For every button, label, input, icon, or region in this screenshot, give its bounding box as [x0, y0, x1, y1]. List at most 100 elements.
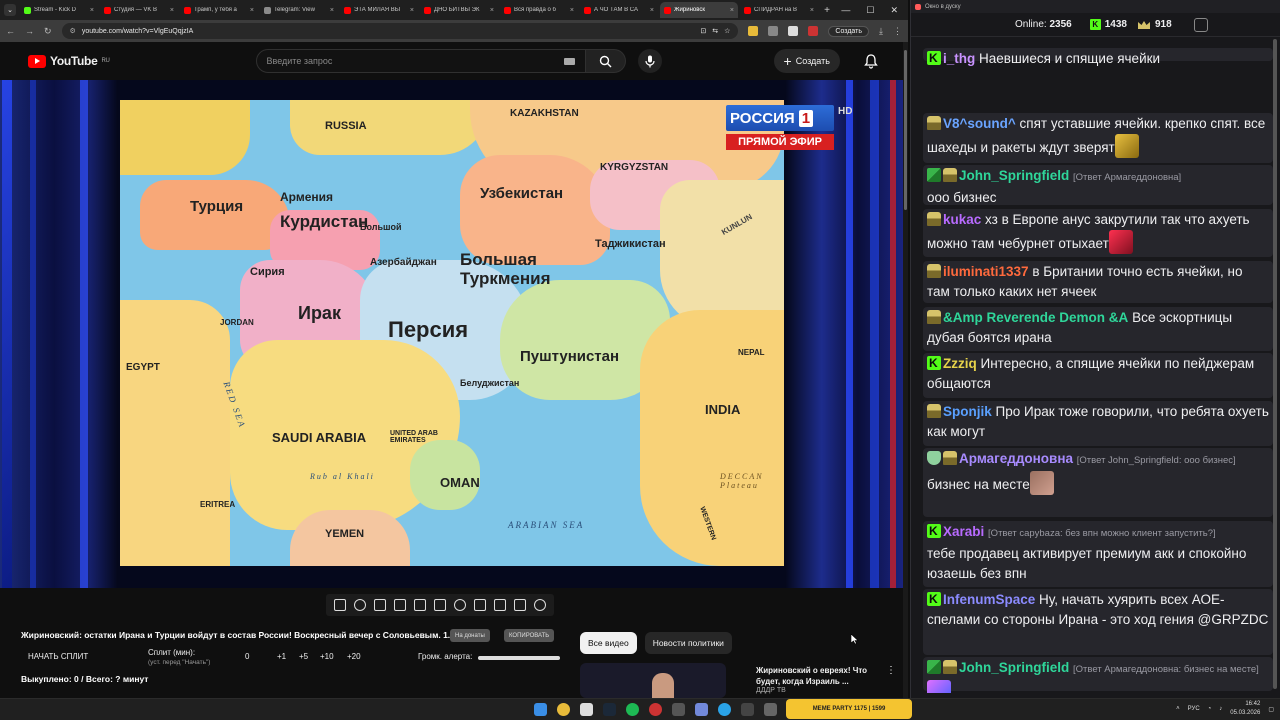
- search-input[interactable]: Введите запрос: [255, 49, 586, 73]
- app-icon[interactable]: [649, 703, 662, 716]
- clock[interactable]: 16:42 05.03.2026: [1230, 700, 1260, 718]
- browser-menu-icon[interactable]: ⋮: [893, 26, 902, 37]
- edit-icon[interactable]: [474, 599, 486, 611]
- chrome-icon[interactable]: [557, 703, 570, 716]
- recommended-title[interactable]: Жириновский о евреях! Что будет, когда И…: [756, 665, 882, 687]
- url-field[interactable]: ⚙ youtube.com/watch?v=VlgEuQqjzIA ⊡ ⇆ ☆: [61, 23, 739, 39]
- search-button[interactable]: [585, 49, 626, 73]
- chat-username[interactable]: John_Springfield: [959, 660, 1069, 675]
- split-plus-5[interactable]: +5: [299, 652, 308, 661]
- recommended-video[interactable]: Жириновский о евреях! Что будет, когда И…: [580, 663, 900, 698]
- tab-close-icon[interactable]: ×: [170, 7, 174, 14]
- tab-close-icon[interactable]: ×: [650, 7, 654, 14]
- more-options-icon[interactable]: ⋮: [886, 665, 896, 676]
- reply-reference[interactable]: [Ответ Армагеддоновна: бизнес на месте]: [1073, 664, 1259, 675]
- tab-close-icon[interactable]: ×: [410, 7, 414, 14]
- loop-icon[interactable]: [334, 599, 346, 611]
- reply-reference[interactable]: [Ответ Армагеддоновна]: [1073, 172, 1181, 183]
- extension-icon[interactable]: [768, 26, 779, 36]
- speed-icon[interactable]: [454, 599, 466, 611]
- browser-tab[interactable]: ЭТА МИЛАЯ ВЫ ×: [340, 2, 418, 18]
- update-button[interactable]: Создать: [828, 25, 870, 37]
- tab-close-icon[interactable]: ×: [330, 7, 334, 14]
- start-split-button[interactable]: НАЧАТЬ СПЛИТ: [28, 652, 88, 661]
- spotify-icon[interactable]: [626, 703, 639, 716]
- create-button[interactable]: + Создать: [773, 49, 840, 73]
- tab-close-icon[interactable]: ×: [250, 7, 254, 14]
- keyboard-icon[interactable]: [563, 57, 575, 65]
- browser-tab[interactable]: Telegram: View ×: [260, 2, 338, 18]
- volume-icon[interactable]: ♪: [1219, 706, 1222, 712]
- donate-pill[interactable]: На донаты: [450, 629, 490, 642]
- tab-search-button[interactable]: ⌄: [4, 4, 16, 16]
- download-icon[interactable]: ⤓: [879, 26, 883, 37]
- reply-reference[interactable]: [Ответ John_Springfield: ооо бизнес]: [1077, 455, 1236, 466]
- recommended-thumbnail[interactable]: [580, 663, 726, 698]
- tab-close-icon[interactable]: ×: [570, 7, 574, 14]
- browser-tab[interactable]: Вся правда о б ×: [500, 2, 578, 18]
- extension-icon[interactable]: [788, 26, 799, 36]
- split-plus-10[interactable]: +10: [320, 652, 334, 661]
- gear-icon[interactable]: [534, 599, 546, 611]
- app-icon[interactable]: [580, 703, 593, 716]
- close-window-icon[interactable]: ✕: [890, 5, 898, 16]
- voice-search-button[interactable]: [637, 49, 662, 73]
- youtube-logo[interactable]: YouTube RU: [28, 54, 110, 68]
- chat-settings-icon[interactable]: [1193, 17, 1208, 32]
- chat-username[interactable]: kukac: [943, 212, 981, 227]
- tab-close-icon[interactable]: ×: [90, 7, 94, 14]
- app-icon[interactable]: [672, 703, 685, 716]
- tray-chevron-icon[interactable]: ˄: [1176, 706, 1180, 712]
- app-icon[interactable]: [741, 703, 754, 716]
- browser-tab[interactable]: А ЧО ТАМ В СА ×: [580, 2, 658, 18]
- language-indicator[interactable]: РУС: [1188, 706, 1200, 712]
- chip-all-videos[interactable]: Все видео: [580, 632, 637, 654]
- split-zero[interactable]: 0: [245, 652, 249, 661]
- reply-reference[interactable]: [Ответ capybaza: без впн можно клиент за…: [988, 528, 1216, 539]
- pip-icon[interactable]: [414, 599, 426, 611]
- chip-politics-news[interactable]: Новости политики: [644, 632, 732, 654]
- browser-tab[interactable]: Трамп, у тебя а ×: [180, 2, 258, 18]
- page-scrollbar[interactable]: [903, 42, 908, 698]
- video-player[interactable]: RUSSIA KAZAKHSTAN Турция Армения Курдист…: [0, 80, 903, 588]
- browser-tab[interactable]: Stream - Kick D ×: [20, 2, 98, 18]
- steam-icon[interactable]: [603, 703, 616, 716]
- discord-icon[interactable]: [695, 703, 708, 716]
- tab-close-icon[interactable]: ×: [810, 7, 814, 14]
- alert-volume-slider[interactable]: [478, 656, 560, 660]
- recommended-channel[interactable]: ДДДР ТВ: [756, 687, 786, 694]
- new-tab-button[interactable]: +: [820, 5, 834, 16]
- notifications-bell-icon[interactable]: [864, 53, 878, 69]
- bookmark-star-icon[interactable]: ☆: [724, 27, 730, 35]
- site-info-icon[interactable]: ⚙: [70, 27, 76, 35]
- notifications-icon[interactable]: ▢: [1268, 706, 1274, 713]
- app-icon[interactable]: [764, 703, 777, 716]
- browser-tab[interactable]: СПИДРАН на В ×: [740, 2, 818, 18]
- chat-username[interactable]: Sponjik: [943, 404, 992, 419]
- browser-tab[interactable]: Студия — VK В ×: [100, 2, 178, 18]
- minimize-icon[interactable]: —: [841, 5, 850, 16]
- translate-icon[interactable]: ⇆: [712, 27, 718, 35]
- browser-tab[interactable]: ДНО БИТВЫ ЭК ×: [420, 2, 498, 18]
- tab-close-icon[interactable]: ×: [490, 7, 494, 14]
- start-menu-icon[interactable]: [534, 703, 547, 716]
- film-icon[interactable]: [394, 599, 406, 611]
- install-icon[interactable]: ⊡: [700, 27, 706, 35]
- chat-username[interactable]: Армагеддоновна: [959, 451, 1073, 466]
- forward-icon[interactable]: →: [25, 26, 34, 36]
- chat-scrollbar[interactable]: [1272, 37, 1278, 695]
- flask-icon[interactable]: [514, 599, 526, 611]
- reload-icon[interactable]: ↻: [44, 26, 52, 37]
- split-plus-1[interactable]: +1: [277, 652, 286, 661]
- chat-username[interactable]: Xarabi: [943, 524, 984, 539]
- chat-username[interactable]: Zzziq: [943, 356, 977, 371]
- maximize-icon[interactable]: ☐: [866, 5, 874, 16]
- network-icon[interactable]: ◔: [1208, 706, 1212, 712]
- extension-icon[interactable]: [808, 26, 819, 36]
- telegram-icon[interactable]: [718, 703, 731, 716]
- chat-username[interactable]: &Amp Reverende Demon &A: [943, 310, 1128, 325]
- tab-close-icon[interactable]: ×: [730, 7, 734, 14]
- subtitles-icon[interactable]: [434, 599, 446, 611]
- back-icon[interactable]: ←: [6, 26, 15, 36]
- chat-username[interactable]: V8^sound^: [943, 116, 1016, 131]
